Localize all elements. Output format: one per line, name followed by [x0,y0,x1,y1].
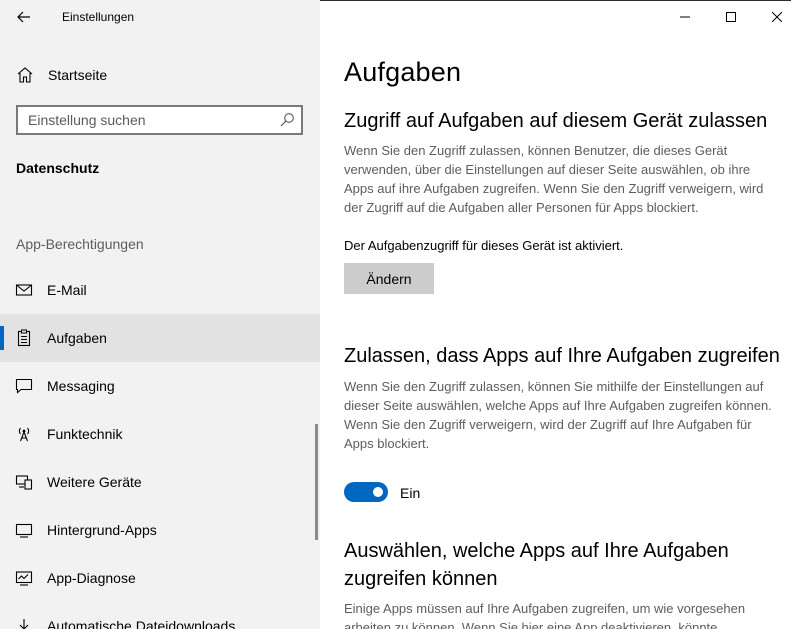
sidebar-item-tasks[interactable]: Aufgaben [0,314,320,362]
app-title: Einstellungen [62,10,135,24]
sidebar-item-label: E-Mail [47,282,87,298]
selection-indicator [0,326,4,350]
sidebar: Einstellungen Startseite Datenschutz App… [0,0,320,629]
minimize-icon [680,16,690,18]
sidebar-item-label: Weitere Geräte [47,474,142,490]
search-input[interactable] [28,112,268,128]
antenna-icon [18,427,30,442]
section-description-device-access: Wenn Sie den Zugriff zulassen, können Be… [344,143,764,215]
back-button[interactable] [10,4,38,30]
home-icon [17,67,33,83]
sidebar-item-email[interactable]: E-Mail [0,266,320,314]
nav-list: E-Mail Aufgaben Messaging Funktechnik We… [0,266,320,629]
diagnostics-icon [15,571,33,586]
close-icon [772,12,782,22]
search-icon[interactable] [279,112,295,128]
content-pane: Aufgaben Zugriff auf Aufgaben auf diesem… [320,0,791,629]
app-access-toggle[interactable] [344,482,388,502]
change-button[interactable]: Ändern [344,263,434,294]
section-heading-app-access: Zulassen, dass Apps auf Ihre Aufgaben zu… [344,345,780,367]
section-description-choose-apps: Einige Apps müssen auf Ihre Aufgaben zug… [344,601,746,629]
section-heading-device-access: Zugriff auf Aufgaben auf diesem Gerät zu… [344,110,768,132]
sidebar-item-background-apps[interactable]: Hintergrund-Apps [0,506,320,554]
toggle-label: Ein [400,485,421,501]
maximize-button[interactable] [708,0,754,34]
sidebar-item-home[interactable]: Startseite [0,58,320,90]
sidebar-item-label: Funktechnik [47,426,123,442]
maximize-icon [726,12,736,22]
section-description-app-access: Wenn Sie den Zugriff zulassen, können Si… [344,379,772,451]
sidebar-item-label: Aufgaben [47,330,107,346]
title-bar: Einstellungen [0,0,320,34]
section-title: Datenschutz [16,160,100,176]
mail-icon [15,284,33,296]
page-title: Aufgaben [344,57,462,87]
sidebar-item-label: App-Diagnose [47,570,136,586]
sidebar-item-label: Hintergrund-Apps [47,522,157,538]
sidebar-item-messaging[interactable]: Messaging [0,362,320,410]
chat-icon [15,378,33,394]
background-apps-icon [15,523,33,538]
sidebar-item-other-devices[interactable]: Weitere Geräte [0,458,320,506]
sidebar-item-label: Automatische Dateidownloads [47,618,236,629]
devices-icon [15,475,33,490]
sidebar-item-automatic-downloads[interactable]: Automatische Dateidownloads [0,602,320,629]
section-heading-choose-apps: Auswählen, welche Apps auf Ihre Aufgaben… [344,540,729,590]
sidebar-item-label: Messaging [47,378,115,394]
minimize-button[interactable] [662,0,708,34]
back-arrow-icon [17,11,30,23]
sidebar-item-label: Startseite [48,67,108,83]
sidebar-item-radios[interactable]: Funktechnik [0,410,320,458]
sidebar-scrollbar[interactable] [315,424,318,540]
clipboard-icon [17,329,31,347]
group-title: App-Berechtigungen [16,236,144,252]
download-icon [19,619,29,629]
device-access-status: Der Aufgabenzugriff für dieses Gerät ist… [344,238,624,253]
toggle-knob [373,487,383,497]
close-button[interactable] [754,0,791,34]
sidebar-item-app-diagnostics[interactable]: App-Diagnose [0,554,320,602]
search-box[interactable] [16,105,303,135]
